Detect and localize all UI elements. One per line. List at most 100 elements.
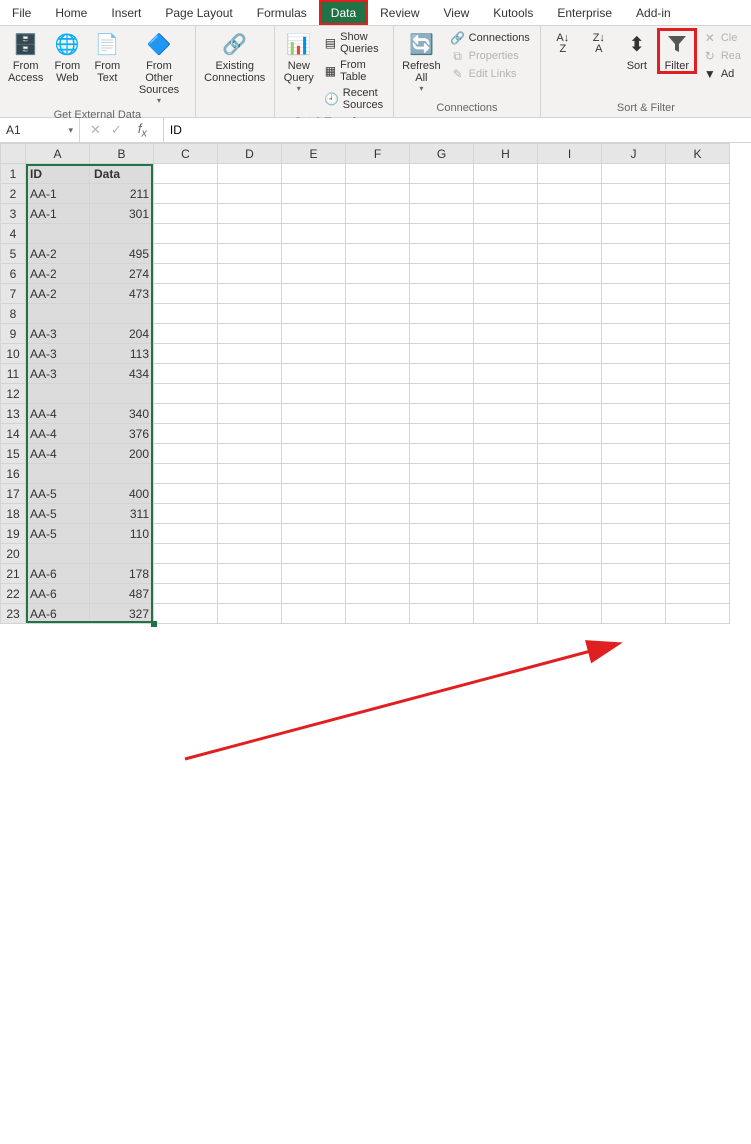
cell[interactable]: 204 (90, 324, 154, 344)
cell[interactable] (346, 604, 410, 624)
cell[interactable] (90, 304, 154, 324)
cell[interactable] (538, 364, 602, 384)
cell[interactable] (282, 444, 346, 464)
cell[interactable] (346, 344, 410, 364)
filter-button[interactable]: Filter (657, 28, 697, 74)
cell[interactable] (282, 164, 346, 184)
cell[interactable]: AA-2 (26, 264, 90, 284)
cell[interactable] (154, 224, 218, 244)
cell[interactable] (154, 504, 218, 524)
row-header[interactable]: 20 (1, 544, 26, 564)
from-other-sources-button[interactable]: 🔷 From Other Sources ▾ (127, 28, 190, 107)
formula-input[interactable] (163, 118, 751, 142)
cell[interactable] (666, 384, 730, 404)
cell[interactable] (90, 384, 154, 404)
cell[interactable] (474, 444, 538, 464)
cell[interactable]: AA-2 (26, 284, 90, 304)
cell[interactable] (666, 424, 730, 444)
cell[interactable] (602, 164, 666, 184)
cell[interactable] (154, 384, 218, 404)
cell[interactable] (410, 524, 474, 544)
cell[interactable] (282, 384, 346, 404)
cell[interactable] (90, 544, 154, 564)
cell[interactable]: 327 (90, 604, 154, 624)
cell[interactable] (538, 384, 602, 404)
cell[interactable]: AA-4 (26, 444, 90, 464)
row-header[interactable]: 21 (1, 564, 26, 584)
cell[interactable] (474, 604, 538, 624)
cell[interactable] (602, 384, 666, 404)
cell[interactable]: AA-4 (26, 404, 90, 424)
existing-connections-button[interactable]: 🔗 Existing Connections (200, 28, 270, 86)
cell[interactable] (154, 164, 218, 184)
column-header[interactable]: J (602, 144, 666, 164)
cell[interactable] (218, 564, 282, 584)
column-header[interactable]: F (346, 144, 410, 164)
cell[interactable] (602, 524, 666, 544)
cell[interactable]: 274 (90, 264, 154, 284)
cell[interactable] (474, 344, 538, 364)
column-header[interactable]: E (282, 144, 346, 164)
cell[interactable] (218, 184, 282, 204)
column-header[interactable]: B (90, 144, 154, 164)
cell[interactable] (602, 284, 666, 304)
cell[interactable] (474, 464, 538, 484)
row-header[interactable]: 11 (1, 364, 26, 384)
cell[interactable] (218, 284, 282, 304)
cell[interactable] (154, 524, 218, 544)
cell[interactable] (474, 404, 538, 424)
cell[interactable] (602, 424, 666, 444)
cell[interactable] (474, 224, 538, 244)
cell[interactable]: AA-1 (26, 204, 90, 224)
cell[interactable] (282, 524, 346, 544)
cell[interactable] (282, 184, 346, 204)
cell[interactable] (154, 464, 218, 484)
cell[interactable] (410, 324, 474, 344)
cell[interactable]: 178 (90, 564, 154, 584)
cell[interactable] (474, 284, 538, 304)
cell[interactable] (666, 344, 730, 364)
cell[interactable] (154, 544, 218, 564)
cell[interactable] (474, 524, 538, 544)
row-header[interactable]: 10 (1, 344, 26, 364)
cell[interactable] (602, 604, 666, 624)
cell[interactable]: AA-5 (26, 524, 90, 544)
cell[interactable] (602, 404, 666, 424)
cell[interactable] (346, 244, 410, 264)
cell[interactable] (346, 404, 410, 424)
cell[interactable] (538, 524, 602, 544)
cell[interactable] (218, 164, 282, 184)
cell[interactable] (538, 564, 602, 584)
cell[interactable] (666, 524, 730, 544)
tab-view[interactable]: View (432, 0, 482, 25)
cell[interactable] (282, 224, 346, 244)
cell[interactable] (218, 204, 282, 224)
cell[interactable] (154, 484, 218, 504)
tab-insert[interactable]: Insert (99, 0, 153, 25)
cell[interactable] (602, 464, 666, 484)
cell[interactable] (282, 604, 346, 624)
cell[interactable] (474, 584, 538, 604)
cell[interactable] (346, 324, 410, 344)
cell[interactable] (282, 584, 346, 604)
row-header[interactable]: 2 (1, 184, 26, 204)
advanced-button[interactable]: ▼Ad (701, 66, 743, 82)
cell[interactable] (474, 324, 538, 344)
column-header[interactable]: C (154, 144, 218, 164)
cell[interactable] (282, 484, 346, 504)
cell[interactable] (410, 564, 474, 584)
cell[interactable] (218, 484, 282, 504)
cell[interactable]: ID (26, 164, 90, 184)
row-header[interactable]: 17 (1, 484, 26, 504)
cell[interactable] (346, 364, 410, 384)
cell[interactable] (346, 584, 410, 604)
cell[interactable] (410, 504, 474, 524)
cell[interactable] (602, 544, 666, 564)
cell[interactable]: AA-3 (26, 364, 90, 384)
tab-enterprise[interactable]: Enterprise (545, 0, 624, 25)
cell[interactable] (90, 464, 154, 484)
cell[interactable] (666, 364, 730, 384)
cell[interactable] (602, 444, 666, 464)
row-header[interactable]: 6 (1, 264, 26, 284)
recent-sources-button[interactable]: 🕘Recent Sources (323, 86, 385, 112)
